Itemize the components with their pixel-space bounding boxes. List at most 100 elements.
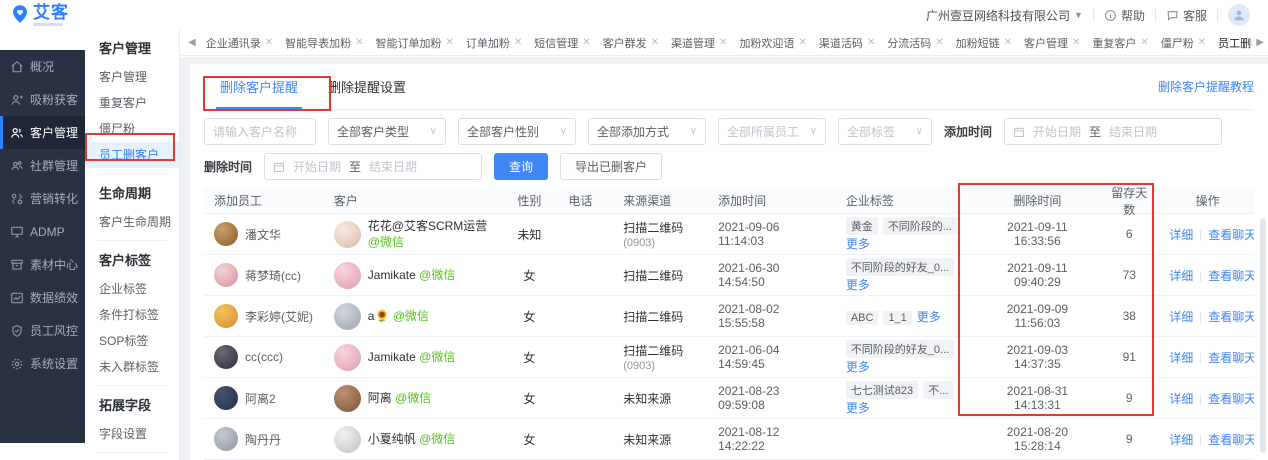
tab-delete-customer-reminder[interactable]: 删除客户提醒 xyxy=(206,64,312,109)
help-link[interactable]: 帮助 xyxy=(1104,7,1145,24)
more-tags-link[interactable]: 更多 xyxy=(917,310,941,324)
detail-link[interactable]: 详细 xyxy=(1169,228,1193,242)
submenu-item-conditional-tags[interactable]: 条件打标签 xyxy=(85,302,179,328)
sidebar-item-fan-acquisition[interactable]: 吸粉获客 xyxy=(0,83,85,116)
tabs-scroll-left-icon[interactable]: ◀ xyxy=(184,37,200,48)
close-icon[interactable]: ✕ xyxy=(719,37,727,48)
wechat-badge: @微信 xyxy=(395,391,431,405)
user-avatar[interactable] xyxy=(1228,4,1250,26)
sidebar-item-material-center[interactable]: 素材中心 xyxy=(0,248,85,281)
employee-avatar xyxy=(214,263,238,287)
vertical-scrollbar[interactable] xyxy=(1260,218,1266,453)
more-tags-link[interactable]: 更多 xyxy=(846,401,870,415)
add-method-select[interactable]: 全部添加方式∨ xyxy=(588,118,706,145)
sidebar-item-data-performance[interactable]: 数据绩效 xyxy=(0,281,85,314)
page-tab[interactable]: 渠道活码 ✕ xyxy=(813,35,881,51)
close-icon[interactable]: ✕ xyxy=(355,37,363,48)
view-chat-link[interactable]: 查看聊天 xyxy=(1208,269,1254,283)
page-tab[interactable]: 分流活码 ✕ xyxy=(881,35,949,51)
table-row: 阿离2 阿离 @微信 女 未知来源 2021-08-23 09:59:08 七七… xyxy=(204,378,1254,419)
view-chat-link[interactable]: 查看聊天 xyxy=(1208,433,1254,447)
company-selector[interactable]: 广州壹豆网络科技有限公司 ▼ xyxy=(926,7,1083,24)
more-tags-link[interactable]: 更多 xyxy=(846,278,870,292)
add-time-range-picker[interactable]: 开始日期 至 结束日期 xyxy=(1004,118,1222,145)
sidebar-item-community-management[interactable]: 社群管理 xyxy=(0,149,85,182)
col-header-add-time: 添加时间 xyxy=(708,192,836,209)
submenu-item-enterprise-tags[interactable]: 企业标签 xyxy=(85,276,179,302)
close-icon[interactable]: ✕ xyxy=(582,37,590,48)
sidebar-item-admp[interactable]: ADMP xyxy=(0,215,85,248)
close-icon[interactable]: ✕ xyxy=(935,37,943,48)
page-tab[interactable]: 智能导表加粉 ✕ xyxy=(279,35,369,51)
page-tab[interactable]: 客户管理 ✕ xyxy=(1018,35,1086,51)
close-icon[interactable]: ✕ xyxy=(798,37,806,48)
service-link[interactable]: 客服 xyxy=(1166,7,1207,24)
submenu-item-staff-deleted-customers[interactable]: 员工删客户 xyxy=(85,142,179,168)
primary-sidebar: 概况 吸粉获客 客户管理 社群管理 营销转化 ADMP 素材中心 数据绩效 xyxy=(0,50,85,443)
col-header-phone: 电话 xyxy=(558,192,613,209)
submenu-item-customer-management[interactable]: 客户管理 xyxy=(85,64,179,90)
detail-link[interactable]: 详细 xyxy=(1169,351,1193,365)
sidebar-item-customer-management[interactable]: 客户管理 xyxy=(0,116,85,149)
submenu-item-field-settings[interactable]: 字段设置 xyxy=(85,421,179,447)
employee-avatar xyxy=(214,386,238,410)
customer-type-select[interactable]: 全部客户类型∨ xyxy=(328,118,446,145)
search-button[interactable]: 查询 xyxy=(494,153,548,180)
close-icon[interactable]: ✕ xyxy=(1004,37,1012,48)
submenu-item-zombie-fans[interactable]: 僵尸粉 xyxy=(85,116,179,142)
sidebar-item-overview[interactable]: 概况 xyxy=(0,50,85,83)
view-chat-link[interactable]: 查看聊天 xyxy=(1208,310,1254,324)
view-chat-link[interactable]: 查看聊天 xyxy=(1208,351,1254,365)
detail-link[interactable]: 详细 xyxy=(1169,433,1193,447)
content-card: 删除客户提醒 删除提醒设置 删除客户提醒教程 请输入客户名称 全部客户类型∨ 全… xyxy=(190,64,1268,460)
customer-gender-select[interactable]: 全部客户性别∨ xyxy=(458,118,576,145)
tags-select[interactable]: 全部标签∨ xyxy=(838,118,932,145)
submenu-item-sop-tags[interactable]: SOP标签 xyxy=(85,328,179,354)
page-tab[interactable]: 客户群发 ✕ xyxy=(597,35,665,51)
view-chat-link[interactable]: 查看聊天 xyxy=(1208,228,1254,242)
close-icon[interactable]: ✕ xyxy=(265,37,273,48)
table-row: cc(ccc) Jamikate @微信 女 扫描二维码(0903) 2021-… xyxy=(204,337,1254,378)
close-icon[interactable]: ✕ xyxy=(1072,37,1080,48)
export-deleted-customers-button[interactable]: 导出已删客户 xyxy=(560,153,662,180)
monitor-icon xyxy=(10,225,24,239)
close-icon[interactable]: ✕ xyxy=(514,37,522,48)
page-tab[interactable]: 订单加粉 ✕ xyxy=(460,35,528,51)
customer-avatar xyxy=(334,221,361,248)
view-chat-link[interactable]: 查看聊天 xyxy=(1208,392,1254,406)
detail-link[interactable]: 详细 xyxy=(1169,392,1193,406)
table-row: 蒋梦琦(cc) Jamikate @微信 女 扫描二维码 2021-06-30 … xyxy=(204,255,1254,296)
page-tab[interactable]: 渠道管理 ✕ xyxy=(665,35,733,51)
page-tab[interactable]: 智能订单加粉 ✕ xyxy=(369,35,459,51)
close-icon[interactable]: ✕ xyxy=(1140,37,1148,48)
submenu-item-not-in-group-tags[interactable]: 未入群标签 xyxy=(85,354,179,380)
tabs-scroll-right-icon[interactable]: ▶ xyxy=(1252,30,1268,54)
close-icon[interactable]: ✕ xyxy=(1198,37,1206,48)
close-icon[interactable]: ✕ xyxy=(867,37,875,48)
customer-avatar xyxy=(334,262,361,289)
close-icon[interactable]: ✕ xyxy=(651,37,659,48)
customer-name-input[interactable]: 请输入客户名称 xyxy=(204,118,316,145)
page-tab[interactable]: 加粉短链 ✕ xyxy=(950,35,1018,51)
more-tags-link[interactable]: 更多 xyxy=(846,237,870,251)
tutorial-link[interactable]: 删除客户提醒教程 xyxy=(1158,78,1254,95)
submenu-item-customer-lifecycle[interactable]: 客户生命周期 xyxy=(85,209,179,235)
sidebar-item-staff-risk-control[interactable]: 员工风控 xyxy=(0,314,85,347)
detail-link[interactable]: 详细 xyxy=(1169,269,1193,283)
submenu-item-duplicate-customers[interactable]: 重复客户 xyxy=(85,90,179,116)
owner-staff-select[interactable]: 全部所属员工∨ xyxy=(718,118,826,145)
detail-link[interactable]: 详细 xyxy=(1169,310,1193,324)
more-tags-link[interactable]: 更多 xyxy=(846,360,870,374)
page-tab[interactable]: 僵尸粉 ✕ xyxy=(1155,35,1212,51)
page-tab[interactable]: 短信管理 ✕ xyxy=(528,35,596,51)
delete-time-range-picker[interactable]: 开始日期 至 结束日期 xyxy=(264,153,482,180)
sidebar-item-system-settings[interactable]: 系统设置 xyxy=(0,347,85,380)
page-tab[interactable]: 加粉欢迎语 ✕ xyxy=(733,35,812,51)
card-tabs: 删除客户提醒 删除提醒设置 删除客户提醒教程 xyxy=(204,64,1254,110)
close-icon[interactable]: ✕ xyxy=(445,37,453,48)
page-tab[interactable]: 企业通讯录 ✕ xyxy=(200,35,279,51)
page-tab[interactable]: 重复客户 ✕ xyxy=(1086,35,1154,51)
sidebar-item-marketing-conversion[interactable]: 营销转化 xyxy=(0,182,85,215)
tab-delete-reminder-settings[interactable]: 删除提醒设置 xyxy=(314,64,420,109)
col-header-tags: 企业标签 xyxy=(836,192,976,209)
